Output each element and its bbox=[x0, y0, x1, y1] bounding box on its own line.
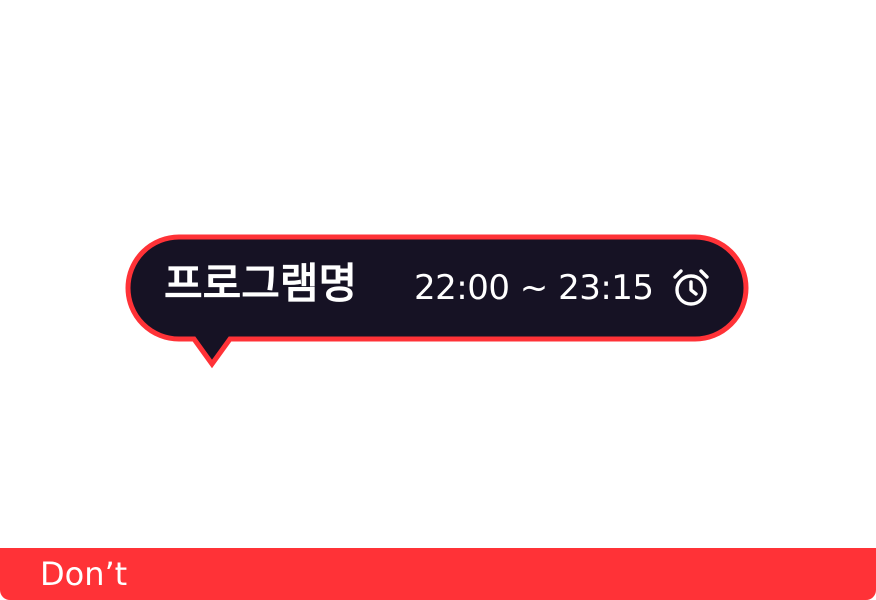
dont-label: Don’t bbox=[40, 555, 128, 593]
dont-banner: Don’t bbox=[0, 548, 876, 600]
alarm-clock-icon bbox=[673, 269, 709, 306]
program-tooltip-bubble: 프로그램명 22:00 ~ 23:15 bbox=[124, 234, 750, 370]
program-name: 프로그램명 bbox=[164, 259, 358, 308]
example-canvas: 프로그램명 22:00 ~ 23:15 bbox=[0, 0, 876, 548]
program-time-range: 22:00 ~ 23:15 bbox=[414, 268, 654, 308]
